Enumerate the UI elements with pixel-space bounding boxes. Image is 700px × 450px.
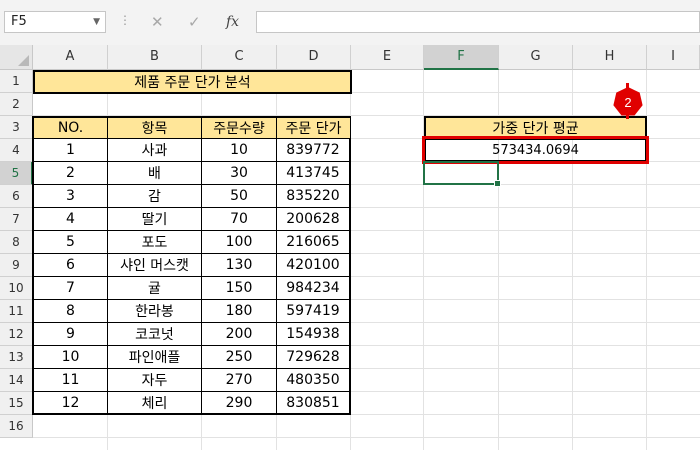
row-header-15[interactable]: 15	[0, 392, 33, 415]
table-cell[interactable]: 3	[33, 185, 108, 208]
table-cell[interactable]: 830851	[277, 392, 351, 415]
table-header-cell[interactable]: NO.	[33, 116, 108, 139]
table-cell[interactable]: 413745	[277, 162, 351, 185]
table-cell[interactable]: 130	[202, 254, 277, 277]
select-all-button[interactable]	[0, 45, 33, 70]
table-cell[interactable]: 11	[33, 369, 108, 392]
row-header-3[interactable]: 3	[0, 116, 33, 139]
row-header-11[interactable]: 11	[0, 300, 33, 323]
insert-function-icon[interactable]: fx	[226, 9, 239, 35]
row-header-9[interactable]: 9	[0, 254, 33, 277]
table-cell[interactable]: 270	[202, 369, 277, 392]
table-cell[interactable]: 200628	[277, 208, 351, 231]
gridline-horizontal	[33, 437, 700, 438]
row-header-8[interactable]: 8	[0, 231, 33, 254]
table-cell[interactable]: 한라봉	[108, 300, 202, 323]
table-cell[interactable]: 9	[33, 323, 108, 346]
table-header-cell[interactable]: 주문 단가	[277, 116, 351, 139]
row-header-10[interactable]: 10	[0, 277, 33, 300]
table-cell[interactable]: 7	[33, 277, 108, 300]
column-header-c[interactable]: C	[202, 45, 277, 70]
row-header-16[interactable]: 16	[0, 415, 33, 438]
row-header-2[interactable]: 2	[0, 93, 33, 116]
table-cell[interactable]: 200	[202, 323, 277, 346]
table-cell[interactable]: 180	[202, 300, 277, 323]
column-header-i[interactable]: I	[647, 45, 700, 70]
formula-input[interactable]	[256, 11, 700, 33]
table-cell[interactable]: 12	[33, 392, 108, 415]
table-cell[interactable]: 290	[202, 392, 277, 415]
table-cell[interactable]: 2	[33, 162, 108, 185]
table-cell[interactable]: 835220	[277, 185, 351, 208]
table-header-cell[interactable]: 항목	[108, 116, 202, 139]
row-header-1[interactable]: 1	[0, 70, 33, 93]
row-header-7[interactable]: 7	[0, 208, 33, 231]
selected-cell[interactable]	[423, 161, 501, 187]
column-header-b[interactable]: B	[108, 45, 202, 70]
table-cell[interactable]: 체리	[108, 392, 202, 415]
table-cell[interactable]: 1	[33, 139, 108, 162]
row-header-6[interactable]: 6	[0, 185, 33, 208]
cancel-icon[interactable]: ✕	[151, 9, 164, 35]
table-title[interactable]: 제품 주문 단가 분석	[33, 70, 352, 94]
table-cell[interactable]: 154938	[277, 323, 351, 346]
column-header-g[interactable]: G	[499, 45, 573, 70]
table-cell[interactable]: 사과	[108, 139, 202, 162]
row-header-14[interactable]: 14	[0, 369, 33, 392]
table-cell[interactable]: 984234	[277, 277, 351, 300]
table-cell[interactable]: 839772	[277, 139, 351, 162]
table-cell[interactable]: 8	[33, 300, 108, 323]
table-cell[interactable]: 150	[202, 277, 277, 300]
row-header-13[interactable]: 13	[0, 346, 33, 369]
table-cell[interactable]: 10	[33, 346, 108, 369]
table-cell[interactable]: 597419	[277, 300, 351, 323]
column-header-h[interactable]: H	[573, 45, 647, 70]
column-header-d[interactable]: D	[277, 45, 351, 70]
table-cell[interactable]: 30	[202, 162, 277, 185]
table-cell[interactable]: 귤	[108, 277, 202, 300]
row-header-12[interactable]: 12	[0, 323, 33, 346]
table-cell[interactable]: 샤인 머스캣	[108, 254, 202, 277]
column-header-e[interactable]: E	[351, 45, 424, 70]
row-header-4[interactable]: 4	[0, 139, 33, 162]
table-cell[interactable]: 파인애플	[108, 346, 202, 369]
table-cell[interactable]: 50	[202, 185, 277, 208]
name-box-value: F5	[11, 14, 27, 29]
name-box[interactable]: F5 ▼	[4, 11, 106, 33]
chevron-down-icon[interactable]: ▼	[93, 12, 100, 32]
table-cell[interactable]: 6	[33, 254, 108, 277]
table-cell[interactable]: 감	[108, 185, 202, 208]
column-header-a[interactable]: A	[33, 45, 108, 70]
table-cell[interactable]: 배	[108, 162, 202, 185]
enter-icon[interactable]: ✓	[188, 9, 201, 35]
row-header-5[interactable]: 5	[0, 162, 33, 185]
table-cell[interactable]: 5	[33, 231, 108, 254]
table-cell[interactable]: 자두	[108, 369, 202, 392]
spreadsheet-grid[interactable]: A B C D E F G H I 1 2 3 4 5 6 7 8 9 10 11 12 13 14 15 16 제품 주문 단가…	[0, 45, 700, 450]
step-badge-icon: 2	[613, 87, 643, 116]
fill-handle[interactable]	[494, 180, 501, 187]
table-cell[interactable]: 729628	[277, 346, 351, 369]
table-cell[interactable]: 480350	[277, 369, 351, 392]
badge-number: 2	[624, 95, 631, 110]
table-cell[interactable]: 216065	[277, 231, 351, 254]
highlight-box	[422, 136, 649, 164]
table-header-cell[interactable]: 주문수량	[202, 116, 277, 139]
more-options-icon[interactable]: ⋮	[119, 13, 131, 27]
column-header-f[interactable]: F	[424, 45, 499, 70]
table-cell[interactable]: 코코넛	[108, 323, 202, 346]
table-cell[interactable]: 포도	[108, 231, 202, 254]
formula-bar: F5 ▼ ⋮ ✕ ✓ fx	[0, 0, 700, 46]
table-cell[interactable]: 10	[202, 139, 277, 162]
table-cell[interactable]: 딸기	[108, 208, 202, 231]
table-cell[interactable]: 70	[202, 208, 277, 231]
table-cell[interactable]: 250	[202, 346, 277, 369]
table-cell[interactable]: 420100	[277, 254, 351, 277]
table-cell[interactable]: 4	[33, 208, 108, 231]
table-border-left	[32, 116, 34, 415]
table-cell[interactable]: 100	[202, 231, 277, 254]
